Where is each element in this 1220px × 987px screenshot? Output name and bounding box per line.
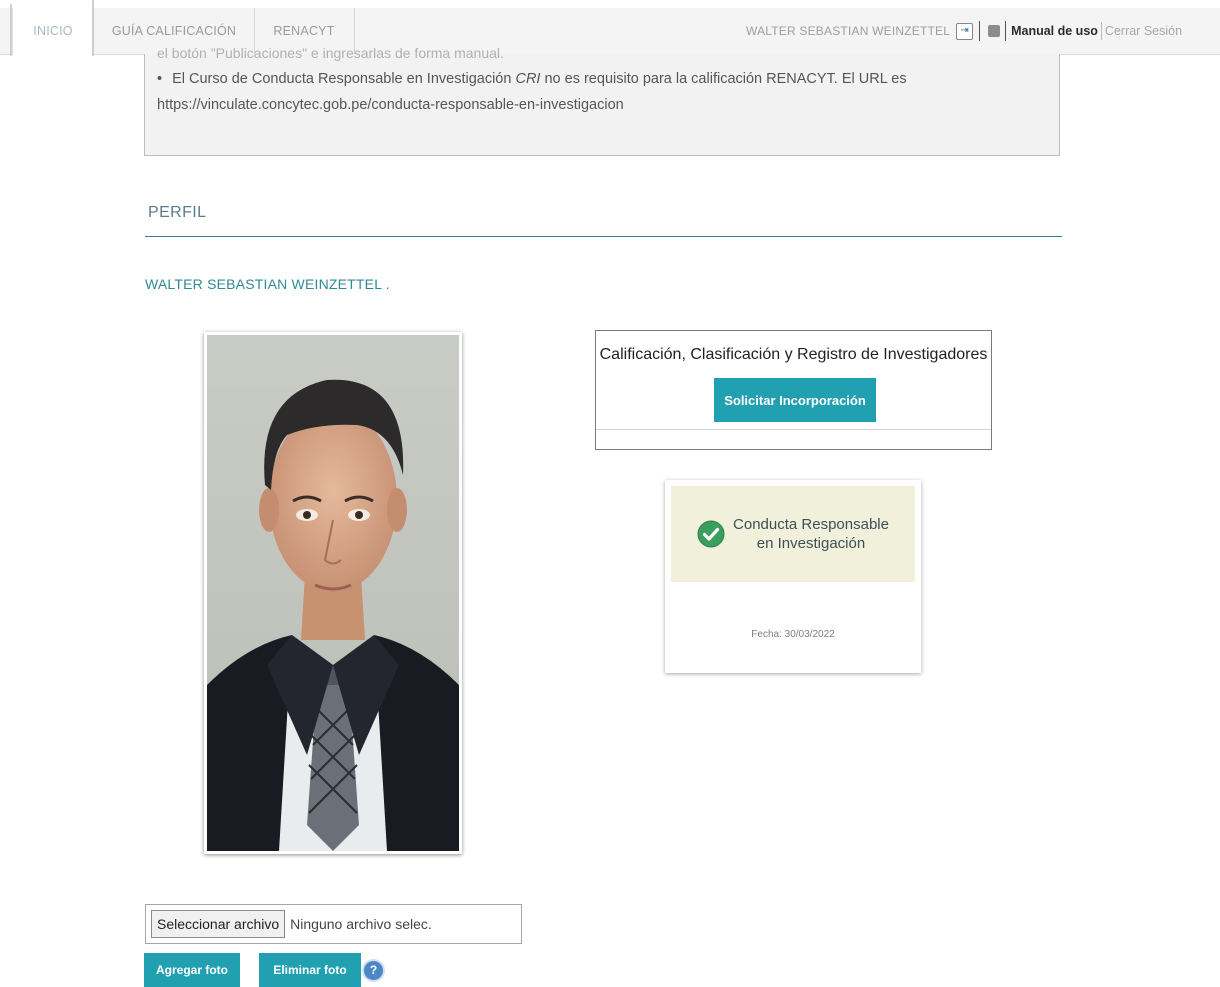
manual-link[interactable]: Manual de uso: [1011, 24, 1098, 38]
registry-card: Calificación, Clasificación y Registro d…: [595, 330, 992, 450]
user-name: WALTER SEBASTIAN WEINZETTEL: [746, 24, 951, 38]
file-status: Ninguno archivo selec.: [290, 916, 432, 932]
notice-url[interactable]: https://vinculate.concytec.gob.pe/conduc…: [157, 97, 624, 113]
notice-text: El Curso de Conducta Responsable en Inve…: [172, 71, 516, 87]
file-upload-field[interactable]: Seleccionar archivo Ninguno archivo sele…: [145, 904, 522, 944]
section-title: PERFIL: [148, 204, 207, 221]
tab-inicio[interactable]: INICIO: [12, 8, 94, 55]
notice-bullet: • El Curso de Conducta Responsable en Inv…: [157, 71, 907, 87]
registry-title: Calificación, Clasificación y Registro d…: [599, 346, 988, 363]
user-area: WALTER SEBASTIAN WEINZETTEL ⇥ Manual de …: [746, 8, 1182, 54]
divider: [1005, 21, 1007, 41]
tab-divider: [92, 0, 94, 56]
help-icon[interactable]: ?: [364, 961, 383, 980]
request-incorporation-button[interactable]: Solicitar Incorporación: [714, 378, 876, 422]
check-circle-icon: [697, 520, 725, 548]
portrait-image: [207, 335, 459, 851]
exit-icon[interactable]: ⇥: [956, 22, 974, 40]
info-notice: el botón "Publicaciones" e ingresarlas d…: [144, 45, 1060, 156]
profile-photo: [204, 332, 462, 854]
registry-divider: [596, 429, 991, 430]
cri-line-2: en Investigación: [756, 535, 866, 552]
bullet-dot: •: [157, 71, 163, 87]
cri-title: Conducta Responsable en Investigación: [733, 515, 889, 553]
logout-link[interactable]: Cerrar Sesión: [1105, 24, 1182, 38]
delete-photo-button[interactable]: Eliminar foto: [259, 953, 361, 987]
notice-text-rest: no es requisito para la calificación REN…: [540, 71, 907, 87]
section-divider: [145, 236, 1062, 237]
cri-badge: Conducta Responsable en Investigación Fe…: [665, 480, 921, 673]
choose-file-button[interactable]: Seleccionar archivo: [151, 910, 286, 938]
divider: [979, 21, 981, 41]
cri-line-1: Conducta Responsable: [733, 516, 889, 533]
add-photo-button[interactable]: Agregar foto: [144, 953, 240, 987]
book-icon: [988, 25, 1001, 37]
cri-date: Fecha: 30/03/2022: [751, 629, 835, 640]
divider: [1100, 22, 1102, 40]
notice-cri: CRI: [515, 71, 541, 87]
cri-badge-header: Conducta Responsable en Investigación: [671, 486, 915, 582]
person-name: WALTER SEBASTIAN WEINZETTEL .: [145, 276, 390, 292]
notice-cut-text: el botón "Publicaciones" e ingresarlas d…: [157, 45, 504, 61]
nav-left-edge: [10, 4, 12, 56]
